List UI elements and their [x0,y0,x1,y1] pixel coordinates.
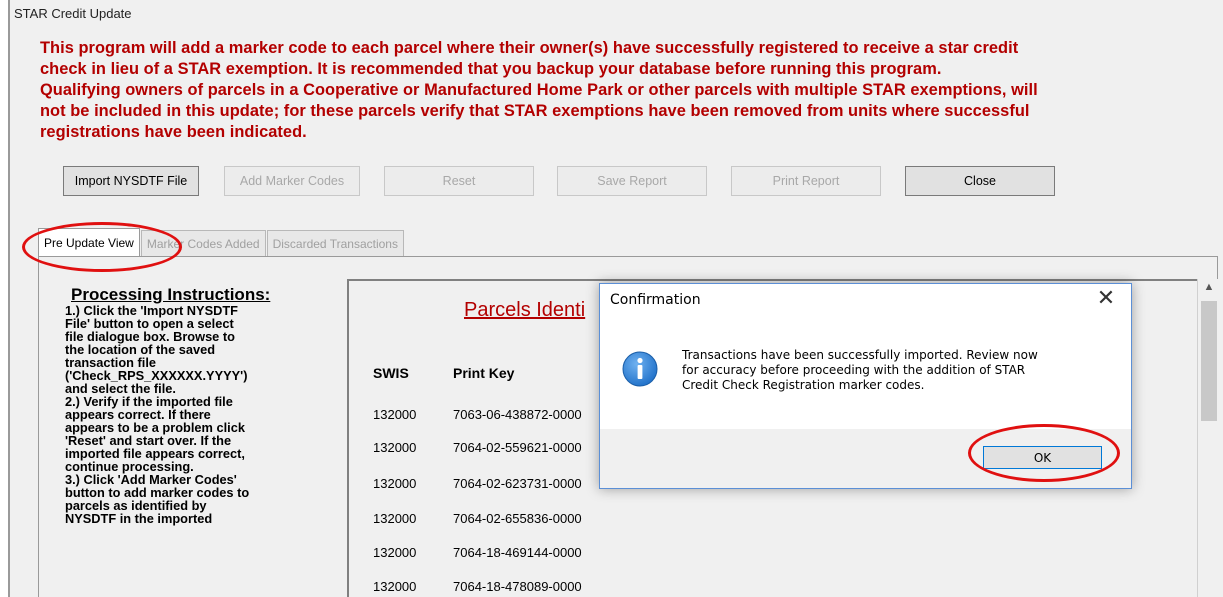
tab-marker-codes-added[interactable]: Marker Codes Added [140,230,266,256]
scroll-up-arrow-icon[interactable]: ▲ [1198,281,1220,299]
grid-title: Parcels Identi [464,299,586,321]
save-report-button[interactable]: Save Report [557,166,707,196]
cell-print-key: 7063-06-438872-0000 [453,407,582,422]
tab-bar: Pre Update View Marker Codes Added Disca… [38,228,405,256]
intro-line: not be included in this update; for thes… [40,102,1030,120]
instructions-title: Processing Instructions: [71,285,271,304]
information-icon [622,351,658,387]
instruction-line: NYSDTF in the imported [65,511,213,526]
reset-button[interactable]: Reset [384,166,534,196]
scroll-thumb[interactable] [1201,301,1217,421]
processing-instructions: Processing Instructions: 1.) Click the '… [65,285,335,526]
window-title: STAR Credit Update [14,6,132,21]
close-icon[interactable]: ✕ [1093,287,1119,313]
tab-pre-update-view[interactable]: Pre Update View [38,228,140,256]
message-line: Credit Check Registration marker codes. [682,378,925,392]
close-button[interactable]: Close [905,166,1055,196]
print-report-button[interactable]: Print Report [731,166,881,196]
cell-swis: 132000 [373,407,417,422]
vertical-scrollbar[interactable]: ▲ [1197,279,1219,597]
cell-swis: 132000 [373,511,417,526]
import-nysdtf-button[interactable]: Import NYSDTF File [63,166,199,196]
cell-print-key: 7064-02-559621-0000 [453,440,582,455]
intro-line: Qualifying owners of parcels in a Cooper… [40,81,1038,99]
intro-line: This program will add a marker code to e… [40,39,1019,57]
column-header-print-key: Print Key [453,365,515,381]
dialog-message: Transactions have been successfully impo… [682,348,1122,393]
cell-print-key: 7064-02-623731-0000 [453,476,582,491]
intro-line: registrations have been indicated. [40,123,307,141]
cell-swis: 132000 [373,476,417,491]
confirmation-dialog: Confirmation ✕ Transactions have been su… [599,283,1132,489]
cell-print-key: 7064-18-478089-0000 [453,579,582,594]
tab-discarded-transactions[interactable]: Discarded Transactions [266,230,404,256]
intro-text: This program will add a marker code to e… [40,38,1210,143]
cell-swis: 132000 [373,545,417,560]
ok-button[interactable]: OK [983,446,1102,469]
cell-swis: 132000 [373,579,417,594]
add-marker-codes-button[interactable]: Add Marker Codes [224,166,360,196]
cell-print-key: 7064-18-469144-0000 [453,545,582,560]
dialog-footer: OK [600,429,1131,488]
cell-print-key: 7064-02-655836-0000 [453,511,582,526]
column-header-swis: SWIS [373,365,409,381]
dialog-title: Confirmation [610,292,701,308]
message-line: for accuracy before proceeding with the … [682,363,1026,377]
intro-line: check in lieu of a STAR exemption. It is… [40,60,942,78]
cell-swis: 132000 [373,440,417,455]
message-line: Transactions have been successfully impo… [682,348,1038,362]
